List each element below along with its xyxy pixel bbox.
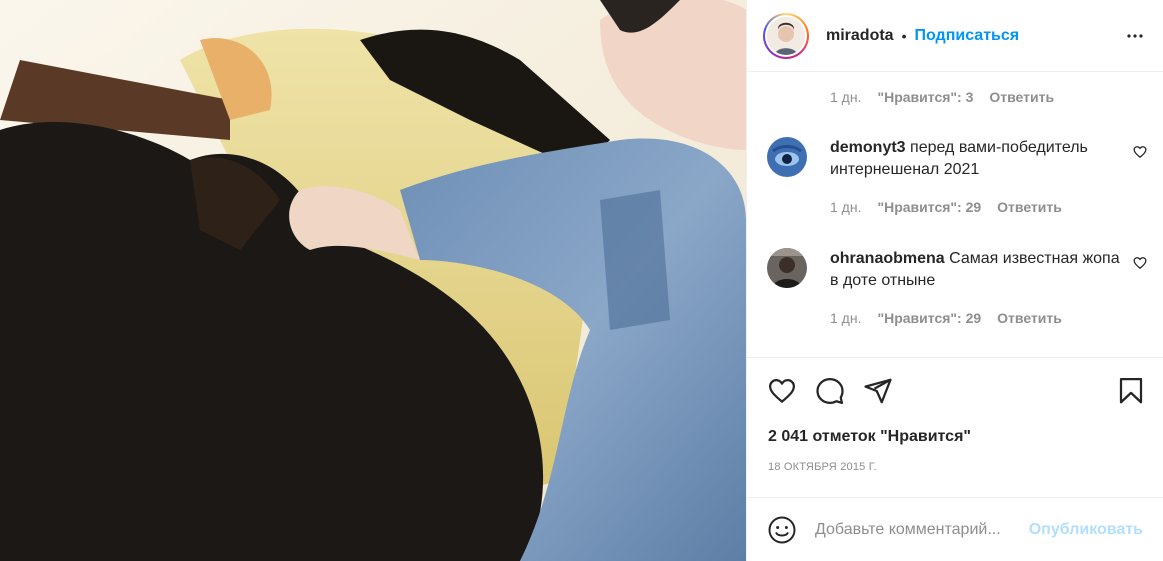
- photo-image: [0, 0, 746, 561]
- commenter-avatar[interactable]: [767, 137, 807, 177]
- comment-time[interactable]: 1 дн.: [830, 199, 861, 215]
- post-date[interactable]: 18 ОКТЯБРЯ 2015 Г.: [768, 461, 877, 473]
- more-options-icon[interactable]: [1123, 24, 1147, 48]
- comment-likes-count[interactable]: "Нравится": 29: [877, 310, 981, 326]
- comment-meta: 1 дн. "Нравится": 29 Ответить: [830, 310, 1062, 326]
- comment-heart-icon[interactable]: [1133, 256, 1147, 275]
- add-comment-bar: Опубликовать: [747, 497, 1163, 561]
- post-side-panel: miradota • Подписаться 1 дн. "Нравится":…: [746, 0, 1163, 561]
- separator-dot: •: [901, 27, 907, 44]
- likes-count[interactable]: 2 041 отметок "Нравится": [768, 428, 971, 446]
- comment-likes-count[interactable]: "Нравится": 29: [877, 199, 981, 215]
- post-actions: [767, 374, 1163, 408]
- commenter-username[interactable]: demonyt3: [830, 139, 906, 156]
- post-photo[interactable]: [0, 0, 746, 561]
- comment-meta: 1 дн. "Нравится": 3 Ответить: [830, 89, 1054, 105]
- comment-time[interactable]: 1 дн.: [830, 310, 861, 326]
- comment-meta: 1 дн. "Нравится": 29 Ответить: [830, 199, 1062, 215]
- author-avatar-image: [767, 16, 805, 55]
- post-modal: miradota • Подписаться 1 дн. "Нравится":…: [0, 0, 1163, 561]
- emoji-icon[interactable]: [767, 515, 797, 545]
- share-icon[interactable]: [863, 376, 893, 406]
- post-header: miradota • Подписаться: [747, 0, 1163, 72]
- comment-time[interactable]: 1 дн.: [830, 89, 861, 105]
- comments-list[interactable]: 1 дн. "Нравится": 3 Ответить demonyt3 пе…: [747, 72, 1163, 358]
- reply-button[interactable]: Ответить: [997, 199, 1062, 215]
- comment-likes-count[interactable]: "Нравится": 3: [877, 89, 973, 105]
- author-username[interactable]: miradota: [826, 27, 894, 45]
- reply-button[interactable]: Ответить: [989, 89, 1054, 105]
- comment-input[interactable]: [815, 520, 1029, 539]
- author-avatar[interactable]: [763, 12, 809, 59]
- commenter-avatar[interactable]: [767, 248, 807, 288]
- comment-heart-icon[interactable]: [1133, 145, 1147, 164]
- commenter-username[interactable]: ohranaobmena: [830, 250, 945, 267]
- comment-text-block: demonyt3 перед вами-победитель интернеше…: [830, 137, 1120, 181]
- publish-button[interactable]: Опубликовать: [1029, 521, 1143, 539]
- comment-text-block: ohranaobmena Самая известная жопа в доте…: [830, 248, 1120, 292]
- follow-button[interactable]: Подписаться: [914, 27, 1019, 45]
- comment-icon[interactable]: [815, 376, 845, 406]
- heart-icon[interactable]: [767, 376, 797, 406]
- reply-button[interactable]: Ответить: [997, 310, 1062, 326]
- bookmark-icon[interactable]: [1116, 376, 1146, 406]
